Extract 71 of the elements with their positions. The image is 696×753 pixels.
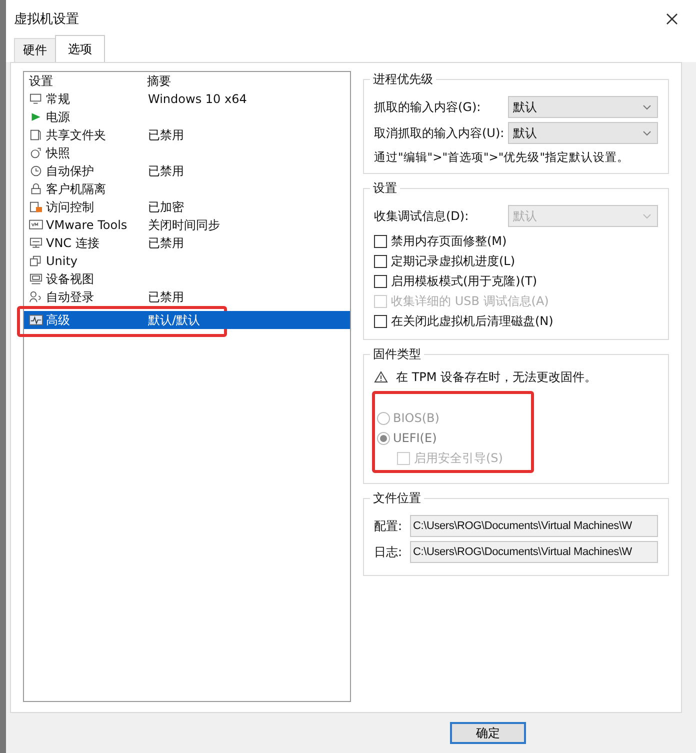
chevron-icon <box>643 214 651 218</box>
setting-name: 电源 <box>46 108 71 126</box>
field-label: 取消抓取的输入内容(U): <box>374 124 506 142</box>
settings-list-item[interactable]: 设备视图 <box>24 270 350 288</box>
pulse-icon <box>29 314 43 326</box>
setting-name: VNC 连接 <box>46 234 100 252</box>
window-icon <box>29 255 43 267</box>
checkbox-option[interactable]: 禁用内存页面修整(M) <box>374 231 658 251</box>
group-title: 进程优先级 <box>372 71 434 88</box>
setting-summary: Windows 10 x64 <box>148 92 247 106</box>
checkbox-option[interactable]: 在关闭此虚拟机后清理磁盘(N) <box>374 311 658 331</box>
setting-name: 共享文件夹 <box>46 126 107 144</box>
chevron-icon <box>643 130 651 136</box>
setting-name: 访问控制 <box>46 198 95 216</box>
warning-icon <box>374 371 388 383</box>
setting-summary: 已加密 <box>148 198 184 216</box>
settings-list-item[interactable]: 自动保护 已禁用 <box>24 162 350 180</box>
settings-list-item[interactable]: 高级 默认/默认 <box>24 311 350 329</box>
path-field[interactable]: C:\Users\ROG\Documents\Virtual Machines\W <box>410 515 658 537</box>
setting-summary: 已禁用 <box>148 288 184 306</box>
group-title: 固件类型 <box>372 346 422 363</box>
settings-list-item[interactable]: VNC 连接 已禁用 <box>24 234 350 252</box>
setting-summary: 已禁用 <box>148 234 184 252</box>
chevron-icon <box>643 104 651 110</box>
setting-name: 客户机隔离 <box>46 180 107 198</box>
tab[interactable]: 选项 <box>55 35 105 62</box>
setting-name: Unity <box>46 254 79 268</box>
group-title: 设置 <box>372 180 398 197</box>
field-label: 配置: <box>374 518 404 534</box>
settings-list-item[interactable]: 自动登录 已禁用 <box>24 288 350 306</box>
dropdown[interactable]: 默认 <box>508 122 658 144</box>
setting-name: 高级 <box>46 312 71 328</box>
ok-button[interactable]: 确定 <box>450 722 526 744</box>
user-icon <box>29 291 43 303</box>
setting-name: VMware Tools <box>46 218 128 232</box>
settings-list-item[interactable]: 客户机隔离 <box>24 180 350 198</box>
setting-name: 自动登录 <box>46 288 95 306</box>
close-icon[interactable] <box>666 13 678 25</box>
path-field[interactable]: C:\Users\ROG\Documents\Virtual Machines\W <box>410 541 658 563</box>
setting-summary: 关闭时间同步 <box>148 216 220 234</box>
window-title: 虚拟机设置 <box>14 11 79 28</box>
checkbox-option[interactable]: 定期记录虚拟机进度(L) <box>374 251 658 271</box>
setting-summary: 已禁用 <box>148 162 184 180</box>
field-label: 抓取的输入内容(G): <box>374 98 482 116</box>
setting-name: 自动保护 <box>46 162 95 180</box>
setting-summary: 默认/默认 <box>148 312 200 328</box>
column-header: 设置 <box>29 73 54 90</box>
display-icon <box>29 273 43 285</box>
settings-list-item[interactable]: 访问控制 已加密 <box>24 198 350 216</box>
settings-list-item[interactable]: 电源 <box>24 108 350 126</box>
column-header: 摘要 <box>147 73 171 90</box>
settings-list-item[interactable]: 快照 <box>24 144 350 162</box>
dropdown[interactable]: 默认 <box>508 96 658 118</box>
field-label: 日志: <box>374 544 404 560</box>
setting-name: 快照 <box>46 144 71 162</box>
setting-name: 常规 <box>46 90 71 108</box>
settings-list-item[interactable]: VMware Tools 关闭时间同步 <box>24 216 350 234</box>
tab[interactable]: 硬件 <box>14 38 56 62</box>
settings-list-item[interactable]: Unity <box>24 252 350 270</box>
group-title: 文件位置 <box>372 490 422 507</box>
setting-name: 设备视图 <box>46 270 95 288</box>
vm-icon <box>29 219 43 231</box>
settings-list-item[interactable]: 常规 Windows 10 x64 <box>24 90 350 108</box>
monitor-icon <box>29 93 43 105</box>
setting-summary: 已禁用 <box>148 126 184 144</box>
clock-icon <box>29 165 43 177</box>
hint-text: 通过"编辑">"首选项">"优先级"指定默认设置。 <box>374 150 630 165</box>
field-label: 收集调试信息(D): <box>374 208 470 224</box>
warning-text: 在 TPM 设备存在时，无法更改固件。 <box>396 368 597 386</box>
checkbox-option[interactable]: 启用模板模式(用于克隆)(T) <box>374 271 658 291</box>
settings-list-item[interactable]: 共享文件夹 已禁用 <box>24 126 350 144</box>
